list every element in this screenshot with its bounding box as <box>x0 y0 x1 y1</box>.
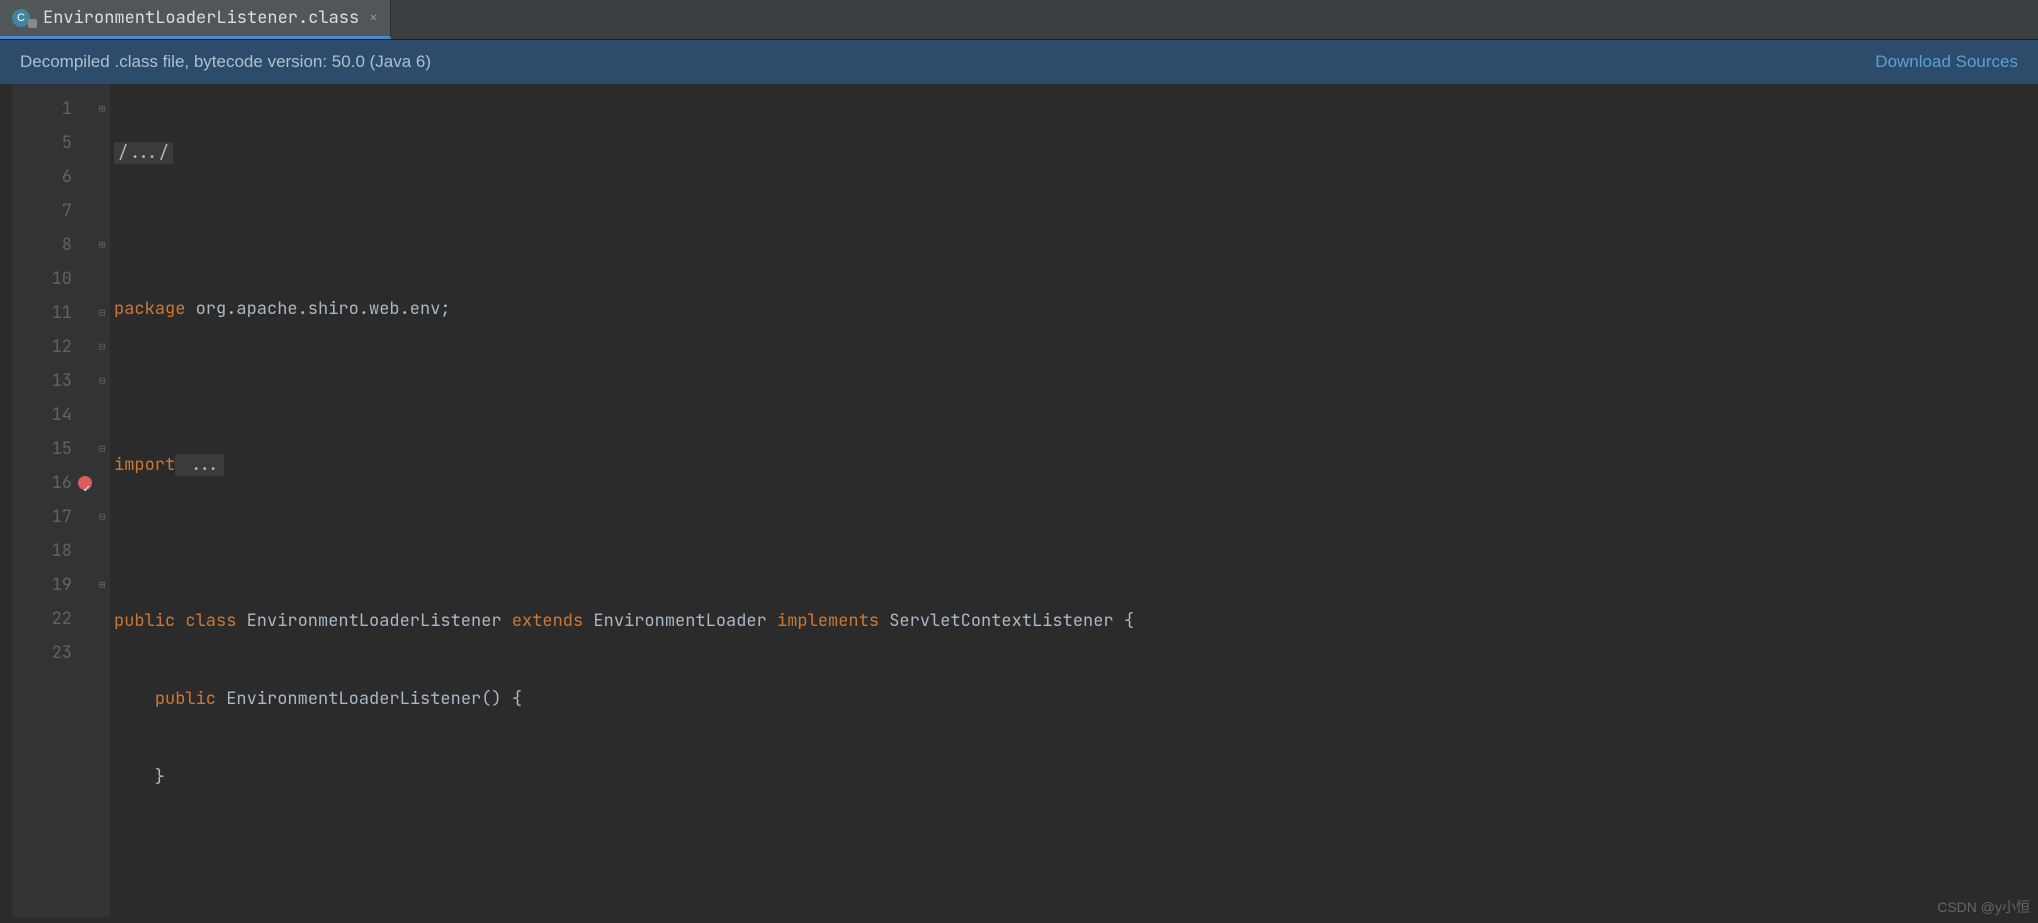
code-line <box>110 214 2038 248</box>
fold-toggle[interactable]: ⊟ <box>94 500 110 534</box>
fold-toggle[interactable]: ⊟ <box>94 296 110 330</box>
readonly-lock-icon <box>28 19 37 28</box>
line-number[interactable]: 5 <box>12 126 94 160</box>
fold-toggle <box>94 262 110 296</box>
line-number[interactable]: 1 <box>12 92 94 126</box>
code-line: } <box>110 760 2038 794</box>
tab-title: EnvironmentLoaderListener.class <box>43 7 359 29</box>
line-number[interactable]: 14 <box>12 398 94 432</box>
code-editor[interactable]: 15678101112131415161718192223 ⊞⊞⊟⊟⊟⊟⊟⊞ /… <box>0 84 2038 917</box>
fold-toggle[interactable]: ⊟ <box>94 364 110 398</box>
fold-toggle[interactable]: ⊟ <box>94 432 110 466</box>
code-area[interactable]: /.../ package org.apache.shiro.web.env; … <box>110 84 2038 917</box>
fold-toggle[interactable]: ⊞ <box>94 228 110 262</box>
fold-toggle[interactable]: ⊞ <box>94 92 110 126</box>
line-number[interactable]: 8 <box>12 228 94 262</box>
fold-toggle <box>94 160 110 194</box>
line-number[interactable]: 19 <box>12 568 94 602</box>
line-number[interactable]: 11 <box>12 296 94 330</box>
code-line: import ... <box>110 448 2038 482</box>
line-number[interactable]: 16 <box>12 466 94 500</box>
line-number[interactable]: 22 <box>12 602 94 636</box>
tab-file[interactable]: C EnvironmentLoaderListener.class × <box>0 0 391 39</box>
editor-tabs: C EnvironmentLoaderListener.class × <box>0 0 2038 40</box>
watermark: CSDN @y小恒 <box>1937 897 2030 917</box>
close-icon[interactable]: × <box>369 9 377 27</box>
fold-column[interactable]: ⊞⊞⊟⊟⊟⊟⊟⊞ <box>94 84 110 917</box>
line-number[interactable]: 17 <box>12 500 94 534</box>
fold-toggle <box>94 534 110 568</box>
download-sources-link[interactable]: Download Sources <box>1875 52 2018 72</box>
banner-message: Decompiled .class file, bytecode version… <box>20 52 431 72</box>
code-line: public class EnvironmentLoaderListener e… <box>110 604 2038 638</box>
code-line <box>110 838 2038 872</box>
line-number-gutter[interactable]: 15678101112131415161718192223 <box>12 84 94 917</box>
fold-toggle <box>94 194 110 228</box>
code-line <box>110 526 2038 560</box>
line-number[interactable]: 6 <box>12 160 94 194</box>
line-number[interactable]: 15 <box>12 432 94 466</box>
line-number[interactable]: 13 <box>12 364 94 398</box>
fold-toggle <box>94 602 110 636</box>
line-number[interactable]: 12 <box>12 330 94 364</box>
fold-toggle <box>94 126 110 160</box>
line-number[interactable]: 10 <box>12 262 94 296</box>
fold-toggle <box>94 466 110 500</box>
line-number[interactable]: 23 <box>12 636 94 670</box>
code-line <box>110 370 2038 404</box>
decompiled-banner: Decompiled .class file, bytecode version… <box>0 40 2038 84</box>
selection-column <box>0 84 12 917</box>
line-number[interactable]: 18 <box>12 534 94 568</box>
fold-toggle <box>94 398 110 432</box>
fold-toggle <box>94 636 110 670</box>
fold-toggle[interactable]: ⊟ <box>94 330 110 364</box>
line-number[interactable]: 7 <box>12 194 94 228</box>
code-line: package org.apache.shiro.web.env; <box>110 292 2038 326</box>
code-line: /.../ <box>110 136 2038 170</box>
fold-toggle[interactable]: ⊞ <box>94 568 110 602</box>
code-line: public EnvironmentLoaderListener() { <box>110 682 2038 716</box>
code-line: public void contextInitialized(ServletCo… <box>110 916 2038 917</box>
